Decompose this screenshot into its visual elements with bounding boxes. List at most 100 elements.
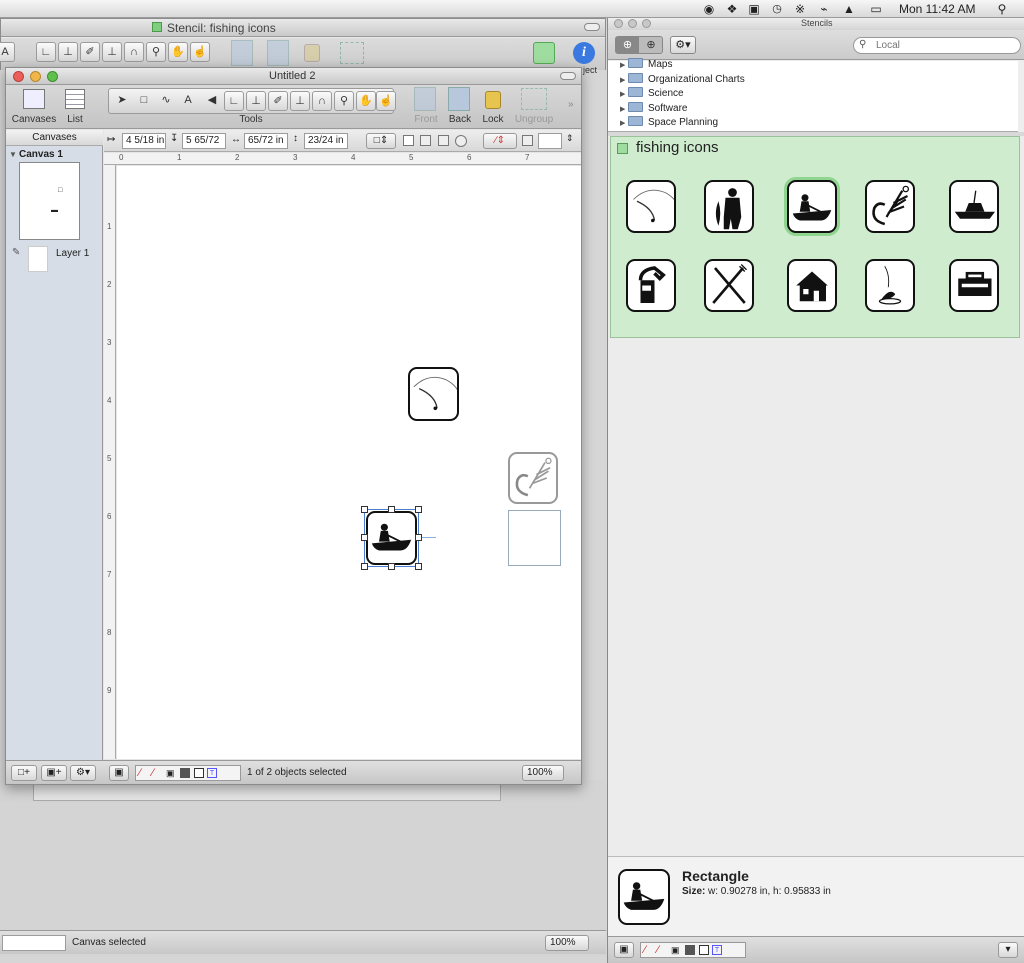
text-tool-button[interactable]: A [0, 42, 15, 62]
folder-row[interactable]: ▶ Science [620, 87, 684, 101]
stencil-line-icon[interactable]: ∕ [644, 944, 646, 956]
menubar-clock[interactable]: Mon 11:42 AM [899, 2, 976, 16]
browse-tool-button[interactable]: ☝ [190, 42, 210, 62]
ungroup-icon-doc[interactable] [521, 88, 547, 110]
disclosure-triangle-icon[interactable]: ▶ [620, 74, 628, 88]
panel-minimize-button[interactable] [628, 19, 637, 28]
layer-thumbnail[interactable] [28, 246, 48, 272]
magnet-button-2[interactable]: ∩ [312, 91, 332, 111]
battery-icon[interactable]: ▭ [866, 2, 886, 16]
doc-toolbar-toggle[interactable] [560, 72, 576, 80]
line-tool-button-2[interactable]: ∟ [224, 91, 244, 111]
width-field[interactable]: 65/72 in [244, 133, 288, 149]
close-button[interactable] [13, 71, 24, 82]
hand-tool-button-2[interactable]: ✋ [356, 91, 376, 111]
stencil-shadow-icon[interactable]: ▣ [671, 945, 680, 956]
lock-label[interactable]: Lock [478, 114, 508, 125]
webcam-icon[interactable]: ◉ [702, 2, 716, 16]
resize-handle-br[interactable] [415, 563, 422, 570]
canvas-thumbnail[interactable]: □ ▬ [19, 162, 80, 240]
add-layer-button[interactable]: ▣+ [41, 765, 67, 781]
fishing-rod-icon[interactable] [626, 180, 676, 233]
fuel-pump-icon[interactable] [626, 259, 676, 312]
browse-tool-button-2[interactable]: ☝ [376, 91, 396, 111]
canvas-name[interactable]: Canvas 1 [19, 149, 63, 160]
disclosure-triangle-icon[interactable]: ▶ [620, 117, 628, 131]
shadow-icon[interactable]: ▣ [166, 768, 175, 779]
behind-zoom-select[interactable]: 100% [545, 935, 589, 951]
stencil-gear-button[interactable]: ⚙▾ [670, 36, 696, 54]
line-tool-button[interactable]: ∟ [36, 42, 56, 62]
folder-row[interactable]: ▶ Software [620, 101, 687, 116]
folder-row[interactable]: ▶ Space Planning [620, 116, 718, 130]
wifi-icon[interactable]: ⌁ [817, 2, 831, 16]
fishing-fly-icon[interactable] [865, 180, 915, 233]
list-toolbar-label[interactable]: List [61, 114, 89, 125]
y-position-field[interactable]: 5 65/72 [182, 133, 226, 149]
image-view-button[interactable]: ▣ [109, 765, 129, 781]
ungroup-icon[interactable] [340, 42, 364, 64]
resize-handle-l[interactable] [361, 534, 368, 541]
shape-round-icon[interactable] [420, 135, 431, 146]
volume-icon[interactable]: ▲ [842, 2, 856, 16]
stencil-image-button[interactable]: ▣ [614, 942, 634, 958]
canvas-fishing-fly-icon[interactable] [508, 452, 558, 504]
search-input[interactable] [874, 39, 1014, 52]
behind-status-field[interactable] [2, 935, 66, 951]
line-style-icon[interactable]: ∕ [139, 767, 141, 779]
stencil-shape-icon[interactable] [699, 945, 709, 955]
stencil-expand-button[interactable]: ▾ [998, 942, 1018, 958]
edit-pencil-icon[interactable]: ✎ [12, 247, 20, 258]
ungroup-label[interactable]: Ungroup [512, 114, 556, 125]
panel-close-button[interactable] [614, 19, 623, 28]
stroke-stepper[interactable]: ⇕ [566, 133, 574, 144]
magnet-button[interactable]: ∩ [124, 42, 144, 62]
action-gear-button[interactable]: ⚙▾ [70, 765, 96, 781]
folder-row[interactable]: ▶ Maps [620, 58, 672, 72]
fork-and-knife-icon[interactable] [704, 259, 754, 312]
resize-handle-t[interactable] [388, 506, 395, 513]
toolbar-toggle-button[interactable] [584, 23, 600, 31]
shape-shadow-icon[interactable] [438, 135, 449, 146]
man-in-boat-icon[interactable] [787, 180, 837, 233]
stencil-search-field[interactable]: ⚲ [853, 37, 1021, 54]
selection-tool-button[interactable]: ➤ [112, 91, 132, 111]
collapse-tools-icon[interactable]: ◀ [202, 91, 222, 111]
style-tray[interactable]: ∕ ∕ ▣ T [135, 765, 241, 781]
stroke-style-icon[interactable] [522, 135, 533, 146]
tackle-box-icon[interactable] [949, 259, 999, 312]
panel-zoom-button[interactable] [642, 19, 651, 28]
stencil-fill-icon[interactable] [685, 945, 695, 955]
disclosure-triangle-icon[interactable]: ▶ [620, 88, 628, 102]
folder-list-scrollbar[interactable] [1018, 61, 1024, 132]
stroke-width-field[interactable] [538, 133, 562, 149]
back-label[interactable]: Back [444, 114, 476, 125]
time-machine-icon[interactable]: ◷ [770, 2, 784, 16]
front-label[interactable]: Front [410, 114, 442, 125]
send-back-icon[interactable] [267, 40, 289, 66]
stencil-window-titlebar[interactable]: Stencil: fishing icons [1, 19, 605, 37]
cabin-icon[interactable] [787, 259, 837, 312]
bring-front-icon[interactable] [231, 40, 253, 66]
stroke-popup[interactable]: ∕⇕ [483, 133, 517, 149]
minimize-button[interactable] [30, 71, 41, 82]
x-position-field[interactable]: 4 5/18 in [122, 133, 166, 149]
resize-handle-tr[interactable] [415, 506, 422, 513]
fill-icon[interactable] [180, 768, 190, 778]
canvases-toolbar-label[interactable]: Canvases [10, 114, 58, 125]
rectangle-tool-button[interactable]: □ [134, 91, 154, 111]
toolbar-overflow-icon[interactable]: » [568, 99, 574, 110]
shape-icon[interactable] [194, 768, 204, 778]
bring-to-front-icon[interactable] [414, 87, 436, 111]
dropbox-icon[interactable]: ❖ [725, 2, 739, 16]
inspector-info-icon[interactable]: i [573, 42, 595, 64]
curve-tool-button[interactable]: ∿ [156, 91, 176, 111]
ice-fishing-icon[interactable] [865, 259, 915, 312]
disclosure-triangle-icon[interactable]: ▶ [620, 59, 628, 73]
stamp-tool-button[interactable]: ⊥ [58, 42, 78, 62]
stencil-stroke-icon[interactable]: ∕ [657, 944, 659, 956]
folder-row[interactable]: ▶ Organizational Charts [620, 72, 745, 88]
local-view-icon[interactable]: ⊕ [616, 37, 639, 53]
add-canvas-button[interactable]: □+ [11, 765, 37, 781]
canvases-icon[interactable] [23, 89, 45, 109]
